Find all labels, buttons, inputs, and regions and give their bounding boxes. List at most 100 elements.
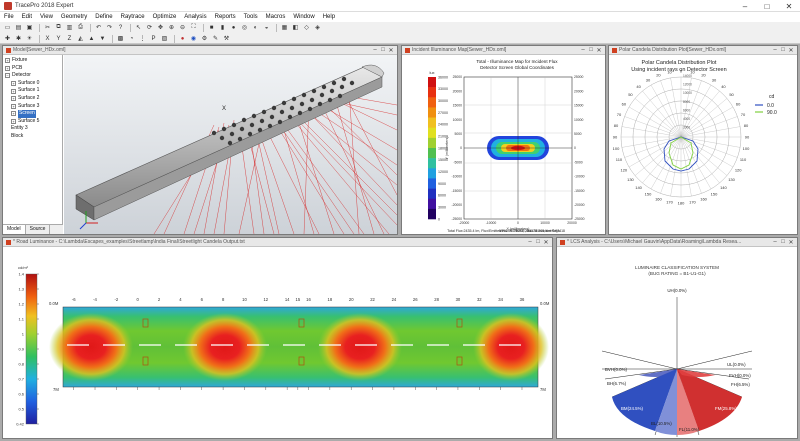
tree-item-selected[interactable]: + Screen [5, 110, 60, 118]
view-iso-icon[interactable]: ◭ [76, 35, 85, 43]
expand-icon[interactable]: + [5, 65, 10, 71]
window-maximize-button[interactable]: □ [379, 47, 387, 54]
model-viewport[interactable]: X [64, 55, 397, 234]
tree-item[interactable]: Block [5, 133, 60, 141]
maximize-button[interactable]: □ [756, 0, 778, 12]
model-window-titlebar[interactable]: Model[Sewer_HDx.oml] – □ ✕ [3, 46, 397, 55]
window-maximize-button[interactable]: □ [779, 239, 787, 246]
silhouette-icon[interactable]: ◈ [313, 24, 322, 32]
zoom-in-icon[interactable]: ⊕ [167, 24, 176, 32]
tree-item[interactable]: + Surface 5 [5, 118, 60, 126]
macro-icon[interactable]: ⚙ [200, 35, 209, 43]
reflector-icon[interactable]: ◒ [262, 24, 271, 32]
view-bottom-icon[interactable]: ▼ [98, 35, 107, 43]
expand-icon[interactable]: + [11, 88, 16, 94]
menu-window[interactable]: Window [293, 14, 314, 20]
color-icon[interactable]: ● [178, 35, 187, 43]
road-window-titlebar[interactable]: * Road Luminance - C:\Lambda\Escapes_exa… [3, 238, 552, 247]
tree-item[interactable]: + Surface 0 [5, 80, 60, 88]
window-minimize-button[interactable]: – [771, 239, 779, 246]
minimize-button[interactable]: – [734, 0, 756, 12]
tree-item[interactable]: Entity 3 [5, 125, 60, 133]
menu-raytrace[interactable]: Raytrace [121, 14, 145, 20]
candela-plot-icon[interactable]: ◔ [127, 35, 136, 43]
menu-optimize[interactable]: Optimize [153, 14, 177, 20]
open-folder-icon[interactable]: ▤ [14, 24, 23, 32]
torus-icon[interactable]: ◎ [240, 24, 249, 32]
shade-icon[interactable]: ◧ [291, 24, 300, 32]
wireframe-icon[interactable]: ◇ [302, 24, 311, 32]
close-button[interactable]: ✕ [778, 0, 800, 12]
polar-window-titlebar[interactable]: Polar Candela Distribution Plot[Sewer_HD… [609, 46, 797, 55]
window-minimize-button[interactable]: – [371, 47, 379, 54]
menu-view[interactable]: View [40, 14, 53, 20]
expand-icon[interactable]: + [11, 119, 16, 125]
cylinder-icon[interactable]: ▮ [218, 24, 227, 32]
window-minimize-button[interactable]: – [579, 47, 587, 54]
expand-icon[interactable]: + [11, 111, 16, 117]
redo-icon[interactable]: ↷ [105, 24, 114, 32]
tree-item[interactable]: + PCB [5, 65, 60, 73]
settings-icon[interactable]: ⚒ [222, 35, 231, 43]
menu-define[interactable]: Define [95, 14, 112, 20]
new-file-icon[interactable]: ▭ [3, 24, 12, 32]
window-minimize-button[interactable]: – [771, 47, 779, 54]
tree-item[interactable]: + Surface 1 [5, 87, 60, 95]
undo-icon[interactable]: ↶ [94, 24, 103, 32]
sphere-icon[interactable]: ● [229, 24, 238, 32]
view-z-icon[interactable]: Z [65, 35, 74, 43]
window-close-button[interactable]: ✕ [595, 47, 603, 54]
irradiance-window-titlebar[interactable]: Incident Illuminance Map[Sewer_HDx.oml] … [402, 46, 605, 55]
tree-item[interactable]: + Fixture [5, 57, 60, 65]
menu-reports[interactable]: Reports [215, 14, 236, 20]
trace-rays-icon[interactable]: ✚ [3, 35, 12, 43]
help-icon[interactable]: ? [116, 24, 125, 32]
expand-icon[interactable]: + [5, 58, 10, 64]
window-close-button[interactable]: ✕ [542, 239, 550, 246]
ray-sorting-icon[interactable]: ⋮ [138, 35, 147, 43]
expand-icon[interactable]: + [11, 96, 16, 102]
tool-icon[interactable]: ✎ [211, 35, 220, 43]
window-close-button[interactable]: ✕ [787, 239, 795, 246]
view-y-icon[interactable]: Y [54, 35, 63, 43]
window-minimize-button[interactable]: – [526, 239, 534, 246]
select-icon[interactable]: ↖ [134, 24, 143, 32]
menu-help[interactable]: Help [323, 14, 335, 20]
tree-item[interactable]: + Surface 3 [5, 103, 60, 111]
copy-icon[interactable]: ⧉ [54, 24, 63, 32]
grid-icon[interactable]: ▦ [280, 24, 289, 32]
menu-tools[interactable]: Tools [244, 14, 258, 20]
light-icon[interactable]: ◉ [189, 35, 198, 43]
analysis-icon[interactable]: ▨ [160, 35, 169, 43]
zoom-fit-icon[interactable]: ⛶ [189, 24, 198, 32]
irradiance-map-icon[interactable]: ▩ [116, 35, 125, 43]
expand-icon[interactable]: + [11, 81, 16, 87]
menu-macros[interactable]: Macros [266, 14, 286, 20]
view-top-icon[interactable]: ▲ [87, 35, 96, 43]
lcs-window-titlebar[interactable]: * LCS Analysis - C:\Users\Michael Gauvin… [557, 238, 797, 247]
property-icon[interactable]: P [149, 35, 158, 43]
menu-file[interactable]: File [4, 14, 14, 20]
menu-geometry[interactable]: Geometry [61, 14, 87, 20]
raytrace-options-icon[interactable]: ✱ [14, 35, 23, 43]
tab-model[interactable]: Model [3, 225, 26, 234]
menu-edit[interactable]: Edit [22, 14, 32, 20]
rotate-icon[interactable]: ⟳ [145, 24, 154, 32]
cut-icon[interactable]: ✂ [43, 24, 52, 32]
lens-icon[interactable]: ◐ [251, 24, 260, 32]
window-maximize-button[interactable]: □ [587, 47, 595, 54]
window-maximize-button[interactable]: □ [534, 239, 542, 246]
source-icon[interactable]: ☀ [25, 35, 34, 43]
zoom-out-icon[interactable]: ⊖ [178, 24, 187, 32]
tab-source[interactable]: Source [26, 225, 51, 234]
pan-icon[interactable]: ✥ [156, 24, 165, 32]
window-close-button[interactable]: ✕ [787, 47, 795, 54]
print-icon[interactable]: ⎙ [76, 24, 85, 32]
tree-item[interactable]: + Surface 2 [5, 95, 60, 103]
window-maximize-button[interactable]: □ [779, 47, 787, 54]
window-close-button[interactable]: ✕ [387, 47, 395, 54]
menu-analysis[interactable]: Analysis [184, 14, 206, 20]
save-icon[interactable]: ▣ [25, 24, 34, 32]
collapse-icon[interactable]: − [5, 73, 10, 79]
view-x-icon[interactable]: X [43, 35, 52, 43]
